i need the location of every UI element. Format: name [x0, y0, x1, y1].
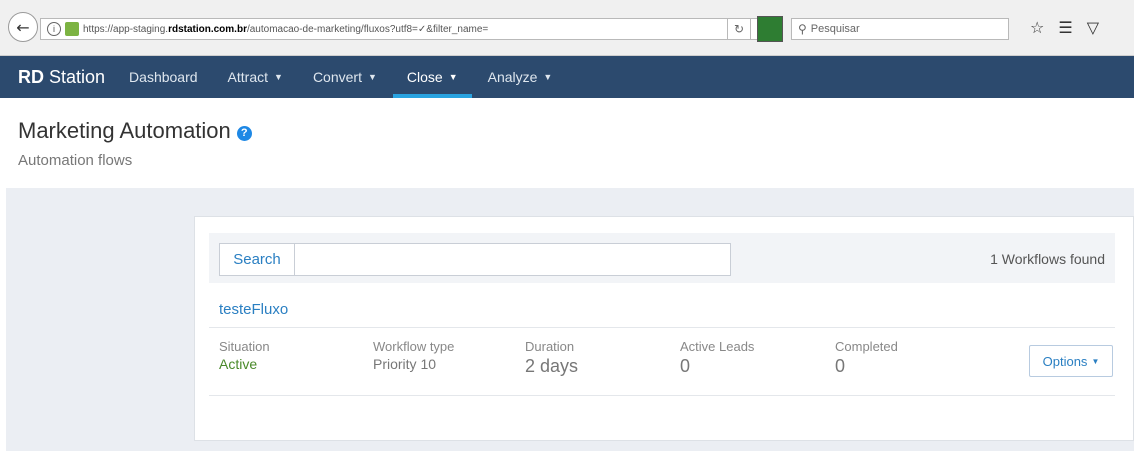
page-subtitle: Automation flows — [18, 152, 133, 169]
content-area: Search 1 Workflows found testeFluxo Situ… — [6, 188, 1134, 451]
page-header: Marketing Automation? Automation flows — [0, 98, 1134, 188]
divider — [209, 327, 1115, 328]
main-nav: RD Station Dashboard Attract ▼ Convert ▼ C… — [0, 56, 1134, 98]
bookmark-star-icon[interactable]: ☆ — [1030, 18, 1044, 37]
caret-down-icon: ▼ — [367, 72, 377, 82]
browser-search-input[interactable]: ⚲ Pesquisar — [791, 18, 1009, 40]
browser-toolbar: ← i https://app-staging.rdstation.com.br… — [0, 0, 1134, 56]
back-arrow-icon[interactable]: ← — [8, 12, 38, 42]
help-icon[interactable]: ? — [236, 126, 252, 141]
field-situation: Situation Active — [219, 339, 270, 372]
search-icon: ⚲ — [798, 22, 807, 36]
field-active-leads: Active Leads 0 — [680, 339, 755, 376]
nav-convert[interactable]: Convert ▼ — [313, 56, 377, 98]
status-value: Active — [219, 356, 258, 372]
search-row: Search 1 Workflows found — [209, 233, 1115, 283]
field-workflow-type: Workflow type Priority 10 — [373, 339, 455, 372]
divider — [209, 395, 1115, 396]
caret-down-icon: ▼ — [274, 72, 283, 82]
info-icon[interactable]: i — [47, 22, 61, 36]
caret-down-icon: ▼ — [543, 72, 553, 82]
nav-close[interactable]: Close ▼ — [392, 56, 472, 98]
reload-icon[interactable]: ↻ — [727, 18, 751, 40]
brand-logo[interactable]: RD Station — [18, 67, 105, 88]
search-input[interactable] — [295, 243, 731, 276]
pocket-icon[interactable]: ▽ — [1087, 18, 1099, 37]
nav-dashboard[interactable]: Dashboard — [129, 56, 198, 98]
url-text: https://app-staging.rdstation.com.br/aut… — [83, 23, 489, 35]
field-completed: Completed 0 — [835, 339, 898, 376]
extension-icon[interactable] — [757, 16, 783, 42]
address-bar[interactable]: i https://app-staging.rdstation.com.br/a… — [40, 18, 780, 40]
workflows-found-count: 1 Workflows found — [990, 251, 1105, 267]
reading-list-icon[interactable]: ☰ — [1058, 18, 1072, 37]
workflows-card: Search 1 Workflows found testeFluxo Situ… — [194, 216, 1134, 441]
lock-icon[interactable] — [65, 22, 79, 36]
nav-analyze[interactable]: Analyze ▼ — [488, 56, 553, 98]
workflow-name-link[interactable]: testeFluxo — [219, 301, 288, 318]
options-button[interactable]: Options ▼ — [1029, 345, 1113, 377]
search-button[interactable]: Search — [219, 243, 295, 276]
page-title: Marketing Automation? — [18, 118, 252, 144]
browser-toolbar-icons: ☆ ☰ ▽ — [1030, 18, 1099, 37]
caret-down-icon: ▼ — [1091, 356, 1100, 366]
nav-attract[interactable]: Attract ▼ — [228, 56, 283, 98]
caret-down-icon: ▼ — [448, 72, 458, 82]
field-duration: Duration 2 days — [525, 339, 579, 376]
